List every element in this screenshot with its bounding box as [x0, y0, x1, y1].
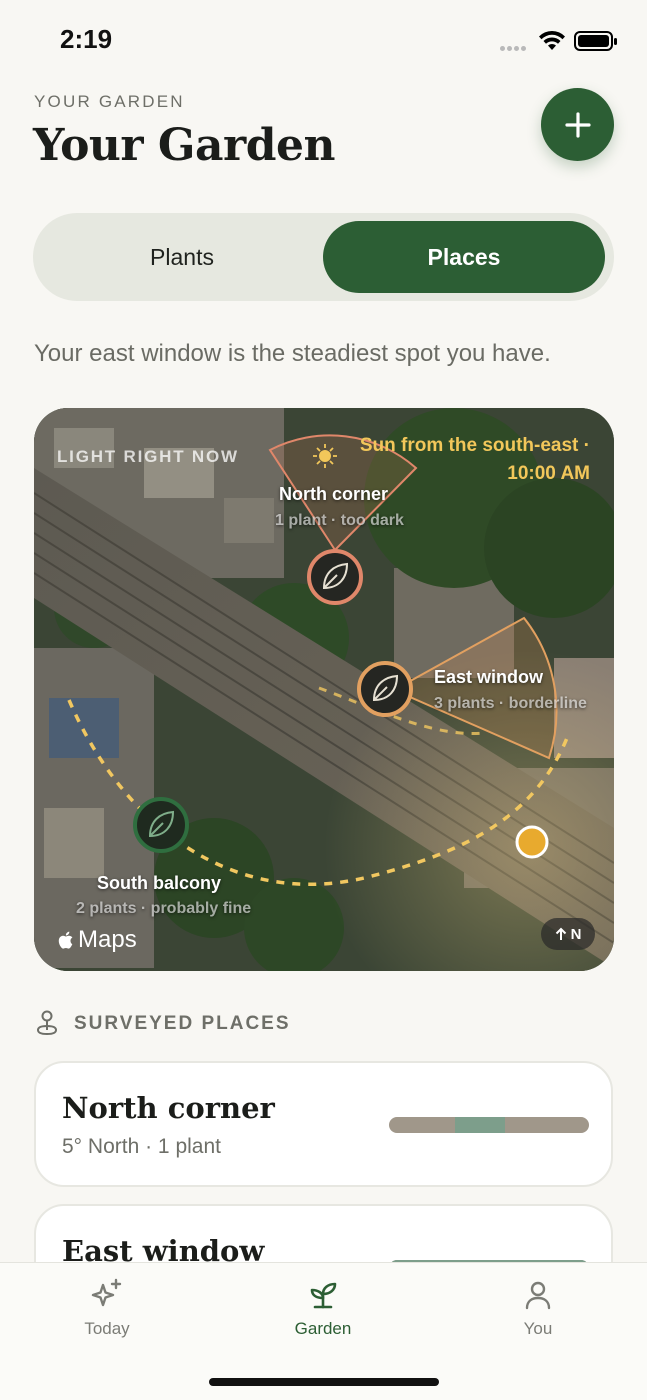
tab-today[interactable]: Today: [37, 1277, 177, 1339]
north-label: N: [570, 925, 582, 943]
status-bar: 2:19: [0, 0, 647, 80]
place-card-north-corner[interactable]: North corner 5° North · 1 plant: [34, 1061, 613, 1187]
south-balcony-label: South balcony: [97, 873, 221, 894]
tab-label: Today: [84, 1319, 130, 1338]
tab-label: Garden: [294, 1319, 352, 1338]
tab-garden[interactable]: Garden: [253, 1277, 393, 1339]
light-now-label: LIGHT RIGHT NOW: [57, 447, 239, 466]
signal-icon: [500, 38, 530, 51]
light-map[interactable]: LIGHT RIGHT NOW Sun from the south-east …: [34, 408, 614, 971]
place-name: East window: [434, 667, 544, 687]
section-title: SURVEYED PLACES: [74, 1013, 291, 1034]
status-time: 2:19: [60, 24, 113, 54]
sun-caption: Sun from the south-east · 10:00 AM: [360, 432, 590, 488]
surveyed-places-header: SURVEYED PLACES: [34, 1010, 291, 1038]
place-meta: 1 plant · too dark: [275, 512, 404, 529]
tab-places[interactable]: Places: [323, 221, 605, 293]
east-window-meta: 3 plants · borderline: [434, 695, 587, 713]
apple-logo-icon: [58, 931, 73, 949]
arrow-up-icon: [555, 927, 566, 940]
south-balcony-marker[interactable]: [133, 797, 189, 853]
page-eyebrow: YOUR GARDEN: [34, 92, 185, 111]
sun-time: 10:00 AM: [507, 463, 590, 484]
sun-position-marker: [515, 825, 549, 859]
light-range-bar: [389, 1117, 589, 1133]
east-window-marker[interactable]: [357, 661, 413, 717]
north-corner-meta: 1 plant · too dark: [275, 512, 404, 530]
east-window-label: East window: [434, 667, 543, 688]
maps-label: Maps: [78, 926, 137, 953]
sparkles-icon: [91, 1278, 122, 1307]
place-name: South balcony: [97, 873, 222, 893]
card-meta: 5° North · 1 plant: [62, 1135, 221, 1158]
battery-icon: [574, 31, 617, 51]
maps-attribution[interactable]: Maps: [56, 926, 137, 954]
wifi-icon: [539, 30, 565, 50]
plus-icon: [564, 111, 591, 138]
place-meta: 2 plants · probably fine: [76, 900, 252, 917]
tab-label: You: [523, 1319, 553, 1338]
place-name: North corner: [279, 484, 389, 504]
sprout-icon: [310, 1282, 337, 1309]
card-title: North corner: [62, 1091, 275, 1125]
tab-you[interactable]: You: [468, 1277, 608, 1339]
person-icon: [525, 1281, 551, 1310]
north-corner-label: North corner: [279, 484, 388, 505]
add-button[interactable]: [541, 88, 614, 161]
place-meta: 3 plants · borderline: [434, 695, 587, 712]
map-pin-icon: [36, 1010, 58, 1036]
south-balcony-meta: 2 plants · probably fine: [76, 900, 251, 918]
garden-summary: Your east window is the steadiest spot y…: [34, 340, 551, 367]
light-range-good: [455, 1117, 505, 1133]
page-title: Your Garden: [33, 120, 335, 171]
north-corner-marker[interactable]: [307, 549, 363, 605]
north-indicator[interactable]: N: [541, 918, 595, 950]
tab-plants[interactable]: Plants: [41, 221, 323, 293]
view-switcher: Plants Places: [33, 213, 614, 301]
home-indicator[interactable]: [209, 1378, 439, 1386]
sun-direction: Sun from the south-east ·: [359, 435, 590, 456]
